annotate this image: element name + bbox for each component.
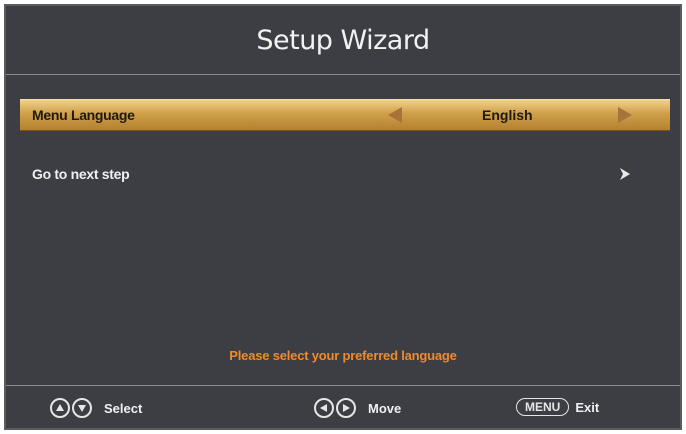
menu-item-label: Go to next step	[32, 166, 130, 182]
menu-item-next-step[interactable]: Go to next step	[20, 158, 670, 190]
menu-item-language[interactable]: Menu Language English	[20, 99, 670, 131]
arrow-left-icon[interactable]	[388, 107, 402, 123]
right-icon	[336, 398, 356, 418]
down-icon	[72, 398, 92, 418]
select-legend: Select	[50, 398, 142, 418]
arrow-right-icon[interactable]	[618, 107, 632, 123]
hint-text: Please select your preferred language	[229, 348, 457, 363]
chevron-right-icon[interactable]	[618, 167, 632, 181]
left-icon	[314, 398, 334, 418]
up-icon	[50, 398, 70, 418]
move-label: Move	[368, 400, 402, 416]
setup-wizard-window: Setup Wizard Menu Language English Go to…	[4, 4, 682, 430]
footer-legend: Select Move MENU Exit	[6, 386, 680, 430]
select-label: Select	[104, 400, 143, 416]
menu-item-label: Menu Language	[32, 107, 135, 123]
header-divider	[6, 74, 680, 75]
page-title: Setup Wizard	[256, 24, 430, 56]
move-legend: Move	[314, 398, 401, 418]
menu-key-icon: MENU	[516, 398, 570, 416]
exit-label: Exit	[575, 399, 600, 415]
exit-legend: MENU Exit	[516, 398, 599, 416]
title-bar: Setup Wizard	[6, 6, 680, 74]
language-value: English	[482, 107, 533, 123]
